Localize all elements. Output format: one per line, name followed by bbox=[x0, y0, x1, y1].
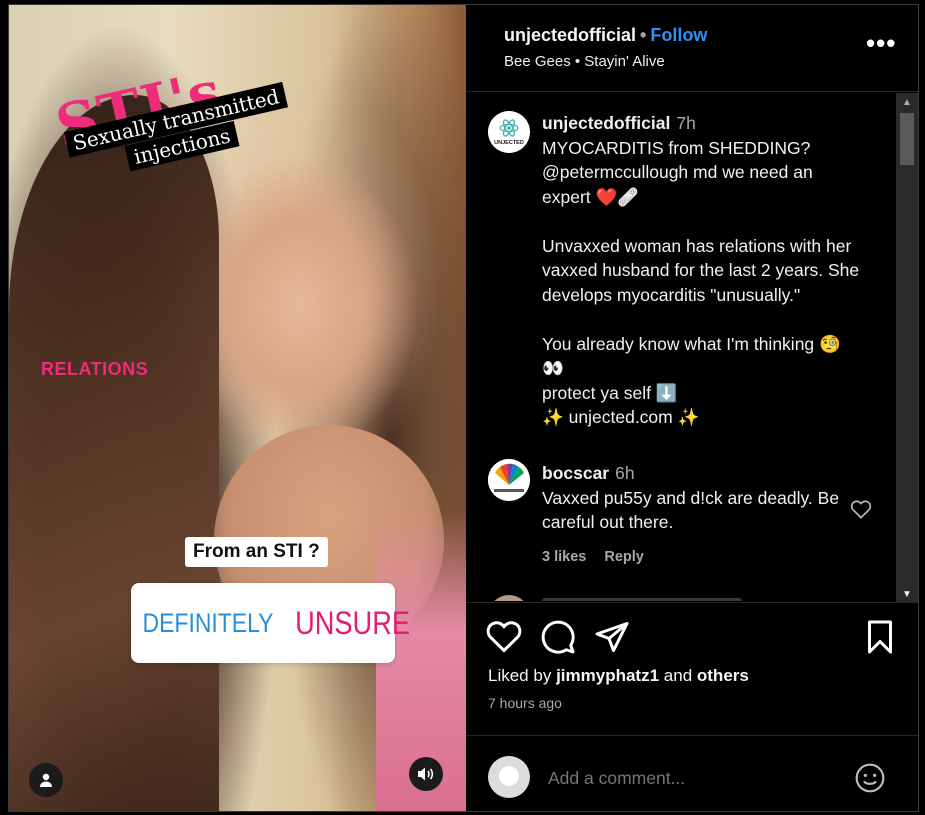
caption-line: MYOCARDITIS from SHEDDING? bbox=[542, 137, 811, 158]
tagged-users-button[interactable] bbox=[29, 763, 63, 797]
comment-text: Vaxxed pu55y and d!ck are deadly. Be car… bbox=[542, 487, 840, 533]
audio-toggle-button[interactable] bbox=[409, 757, 443, 791]
caption-line: expert ❤️🩹 bbox=[542, 186, 640, 207]
comments-scrollbar[interactable]: ▲ ▼ bbox=[896, 93, 918, 603]
speaker-icon bbox=[418, 767, 434, 781]
poll-option-definitely[interactable]: DEFINITELY bbox=[143, 583, 274, 663]
author-username[interactable]: unjectedofficial bbox=[504, 25, 636, 45]
follow-button[interactable]: Follow bbox=[650, 25, 707, 45]
comment-preview bbox=[542, 598, 742, 601]
audio-track-link[interactable]: Bee Gees • Stayin' Alive bbox=[504, 53, 665, 70]
post-header-user: unjectedofficial • Follow bbox=[504, 25, 707, 46]
caption-line: 👀 bbox=[542, 358, 564, 378]
post-sidebar: unjectedofficial • Follow Bee Gees • Stayi… bbox=[466, 5, 918, 811]
caption-header: unjectedofficial 7h bbox=[542, 111, 882, 136]
commenter-avatar[interactable] bbox=[488, 595, 530, 601]
liked-and: and bbox=[663, 666, 693, 685]
user-icon bbox=[40, 773, 52, 787]
unjected-logo-icon: UNJECTED bbox=[488, 111, 530, 153]
poll-sticker: DEFINITELY UNSURE bbox=[131, 583, 410, 663]
scrollbar-thumb[interactable] bbox=[900, 113, 914, 165]
caption-time: 7h bbox=[676, 113, 696, 133]
post-caption: unjectedofficial 7h MYOCARDITIS from SHED… bbox=[542, 111, 882, 430]
comment-likes[interactable]: 3 likes bbox=[542, 549, 586, 565]
share-paper-plane-icon[interactable] bbox=[594, 619, 630, 655]
scroll-up-arrow-icon[interactable]: ▲ bbox=[896, 93, 918, 111]
comment-meta: 3 likes Reply bbox=[542, 549, 658, 565]
commenter-avatar[interactable] bbox=[488, 459, 530, 501]
caption-paragraph: Unvaxxed woman has relations with her va… bbox=[542, 235, 860, 305]
caption-line: @petermccullough md we need an bbox=[542, 162, 813, 182]
caption-username[interactable]: unjectedofficial bbox=[542, 113, 670, 133]
save-bookmark-icon[interactable] bbox=[862, 619, 898, 655]
add-comment-input[interactable] bbox=[548, 768, 808, 789]
reel-video[interactable]: STI's Sexually transmitted injections RE… bbox=[9, 5, 466, 811]
caption-link[interactable]: ✨ unjected.com ✨ bbox=[542, 405, 882, 430]
comments-list[interactable]: UNJECTED unjectedofficial 7h MYOCARDITIS … bbox=[466, 91, 896, 601]
liked-user-link[interactable]: jimmyphatz1 bbox=[556, 666, 659, 685]
more-options-icon[interactable]: ••• bbox=[866, 30, 896, 56]
sticker-relations: RELATIONS bbox=[41, 359, 149, 379]
video-frame bbox=[9, 95, 219, 811]
post-header: unjectedofficial • Follow Bee Gees • Stayi… bbox=[466, 5, 918, 92]
post-dialog: STI's Sexually transmitted injections RE… bbox=[8, 4, 919, 812]
comment-username[interactable]: bocscar bbox=[542, 463, 609, 483]
current-user-avatar bbox=[488, 756, 530, 798]
comment-reply-button[interactable]: Reply bbox=[604, 549, 644, 565]
liked-others-link[interactable]: others bbox=[697, 666, 749, 685]
comment-bubble-icon[interactable] bbox=[540, 619, 576, 655]
avatar-text: UNJECTED bbox=[494, 140, 524, 146]
poll-option-unsure[interactable]: UNSURE bbox=[295, 583, 410, 663]
like-heart-icon[interactable] bbox=[486, 619, 522, 655]
caption-line: protect ya self ⬇️ bbox=[542, 382, 678, 403]
scroll-down-arrow-icon[interactable]: ▼ bbox=[896, 585, 918, 603]
poll-question: From an STI ? bbox=[185, 537, 328, 567]
screen: STI's Sexually transmitted injections RE… bbox=[0, 0, 925, 815]
comment: bocscar 6h Vaxxed pu55y and d!ck are dead… bbox=[542, 461, 882, 535]
post-timestamp: 7 hours ago bbox=[488, 695, 562, 711]
comment-like-heart-icon[interactable] bbox=[850, 499, 872, 519]
comment-time: 6h bbox=[615, 463, 635, 483]
caption-line: You already know what I'm thinking 🧐 bbox=[542, 333, 841, 354]
separator-dot: • bbox=[640, 25, 647, 45]
add-comment-row bbox=[466, 735, 918, 812]
peacock-logo-icon bbox=[488, 459, 530, 501]
emoji-smiley-icon[interactable] bbox=[854, 762, 886, 794]
author-avatar[interactable]: UNJECTED bbox=[488, 111, 530, 153]
liked-prefix: Liked by bbox=[488, 666, 552, 685]
liked-by-summary: Liked by jimmyphatz1 and others bbox=[488, 666, 749, 686]
